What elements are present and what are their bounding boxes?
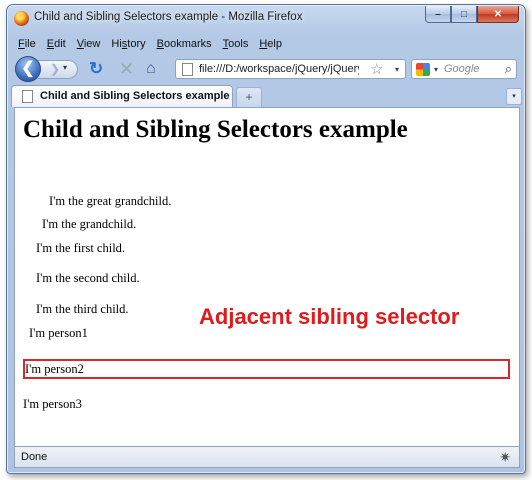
google-engine-icon[interactable] <box>416 63 430 76</box>
menu-edit[interactable]: Edit <box>42 35 72 53</box>
status-text: Done <box>21 451 48 463</box>
search-input[interactable]: Google <box>444 63 479 75</box>
tab-strip: Child and Sibling Selectors example + ▾ <box>7 85 525 107</box>
minimize-button[interactable]: – <box>425 6 451 23</box>
stop-icon[interactable]: ✕ <box>119 59 134 79</box>
history-dropdown-icon[interactable]: ▾ <box>63 63 67 72</box>
status-resize-icon[interactable]: ✷ <box>499 449 511 466</box>
new-tab-button[interactable]: + <box>236 87 262 107</box>
menu-bar: File Edit View History Bookmarks Tools H… <box>13 35 288 53</box>
menu-help[interactable]: Help <box>254 35 288 53</box>
menu-file[interactable]: File <box>13 35 42 53</box>
second-child-text: I'm the second child. <box>36 271 140 285</box>
reload-icon[interactable]: ↻ <box>89 59 103 79</box>
menu-tools[interactable]: Tools <box>218 35 255 53</box>
search-engine-dropdown-icon[interactable]: ▾ <box>434 65 438 74</box>
url-input[interactable]: file:///D:/workspace/jQuery/jQuery-ge <box>199 63 359 75</box>
maximize-button[interactable]: □ <box>451 6 477 23</box>
first-child-text: I'm the first child. <box>36 241 126 255</box>
window-title: Child and Sibling Selectors example - Mo… <box>34 11 303 23</box>
back-button[interactable]: ❮ <box>15 56 41 82</box>
person2-highlight-box: I'm person2 <box>23 359 510 379</box>
menu-history[interactable]: History <box>106 35 151 53</box>
great-grandchild-text: I'm the great grandchild. <box>49 194 172 208</box>
status-bar: Done ✷ <box>14 446 520 468</box>
grandchild-text: I'm the grandchild. <box>42 217 137 231</box>
person3-text: I'm person3 <box>23 397 82 411</box>
tab-label: Child and Sibling Selectors example <box>40 90 230 102</box>
firefox-logo-icon <box>14 11 29 26</box>
page-heading: Child and Sibling Selectors example <box>23 116 408 143</box>
menu-view[interactable]: View <box>72 35 107 53</box>
browser-window: Child and Sibling Selectors example - Mo… <box>6 4 526 474</box>
tab-active[interactable]: Child and Sibling Selectors example <box>11 85 233 107</box>
tab-page-icon <box>22 90 33 103</box>
url-history-dropdown-icon[interactable]: ▾ <box>395 65 399 74</box>
search-icon[interactable]: ⌕ <box>505 61 512 77</box>
search-bar[interactable]: ▾ Google ⌕ <box>411 59 517 79</box>
title-bar[interactable]: Child and Sibling Selectors example - Mo… <box>7 5 525 33</box>
navigation-toolbar: ❯ ▾ ❮ ↻ ✕ ⌂ file:///D:/workspace/jQuery/… <box>7 55 525 83</box>
person1-text: I'm person1 <box>29 326 88 340</box>
bookmark-star-icon[interactable]: ☆ <box>370 60 383 78</box>
page-icon <box>182 63 193 76</box>
page-content: Child and Sibling Selectors example I'm … <box>14 107 520 446</box>
list-all-tabs-button[interactable]: ▾ <box>506 88 522 105</box>
close-button[interactable]: ✕ <box>477 6 519 23</box>
third-child-text: I'm the third child. <box>36 302 129 316</box>
adjacent-sibling-annotation: Adjacent sibling selector <box>199 304 460 329</box>
address-bar[interactable]: file:///D:/workspace/jQuery/jQuery-ge ☆ … <box>175 59 406 79</box>
forward-button[interactable]: ❯ <box>38 60 78 79</box>
home-icon[interactable]: ⌂ <box>146 59 156 79</box>
window-controls: – □ ✕ <box>425 6 519 23</box>
person2-text: I'm person2 <box>25 362 84 376</box>
menu-bookmarks[interactable]: Bookmarks <box>152 35 218 53</box>
